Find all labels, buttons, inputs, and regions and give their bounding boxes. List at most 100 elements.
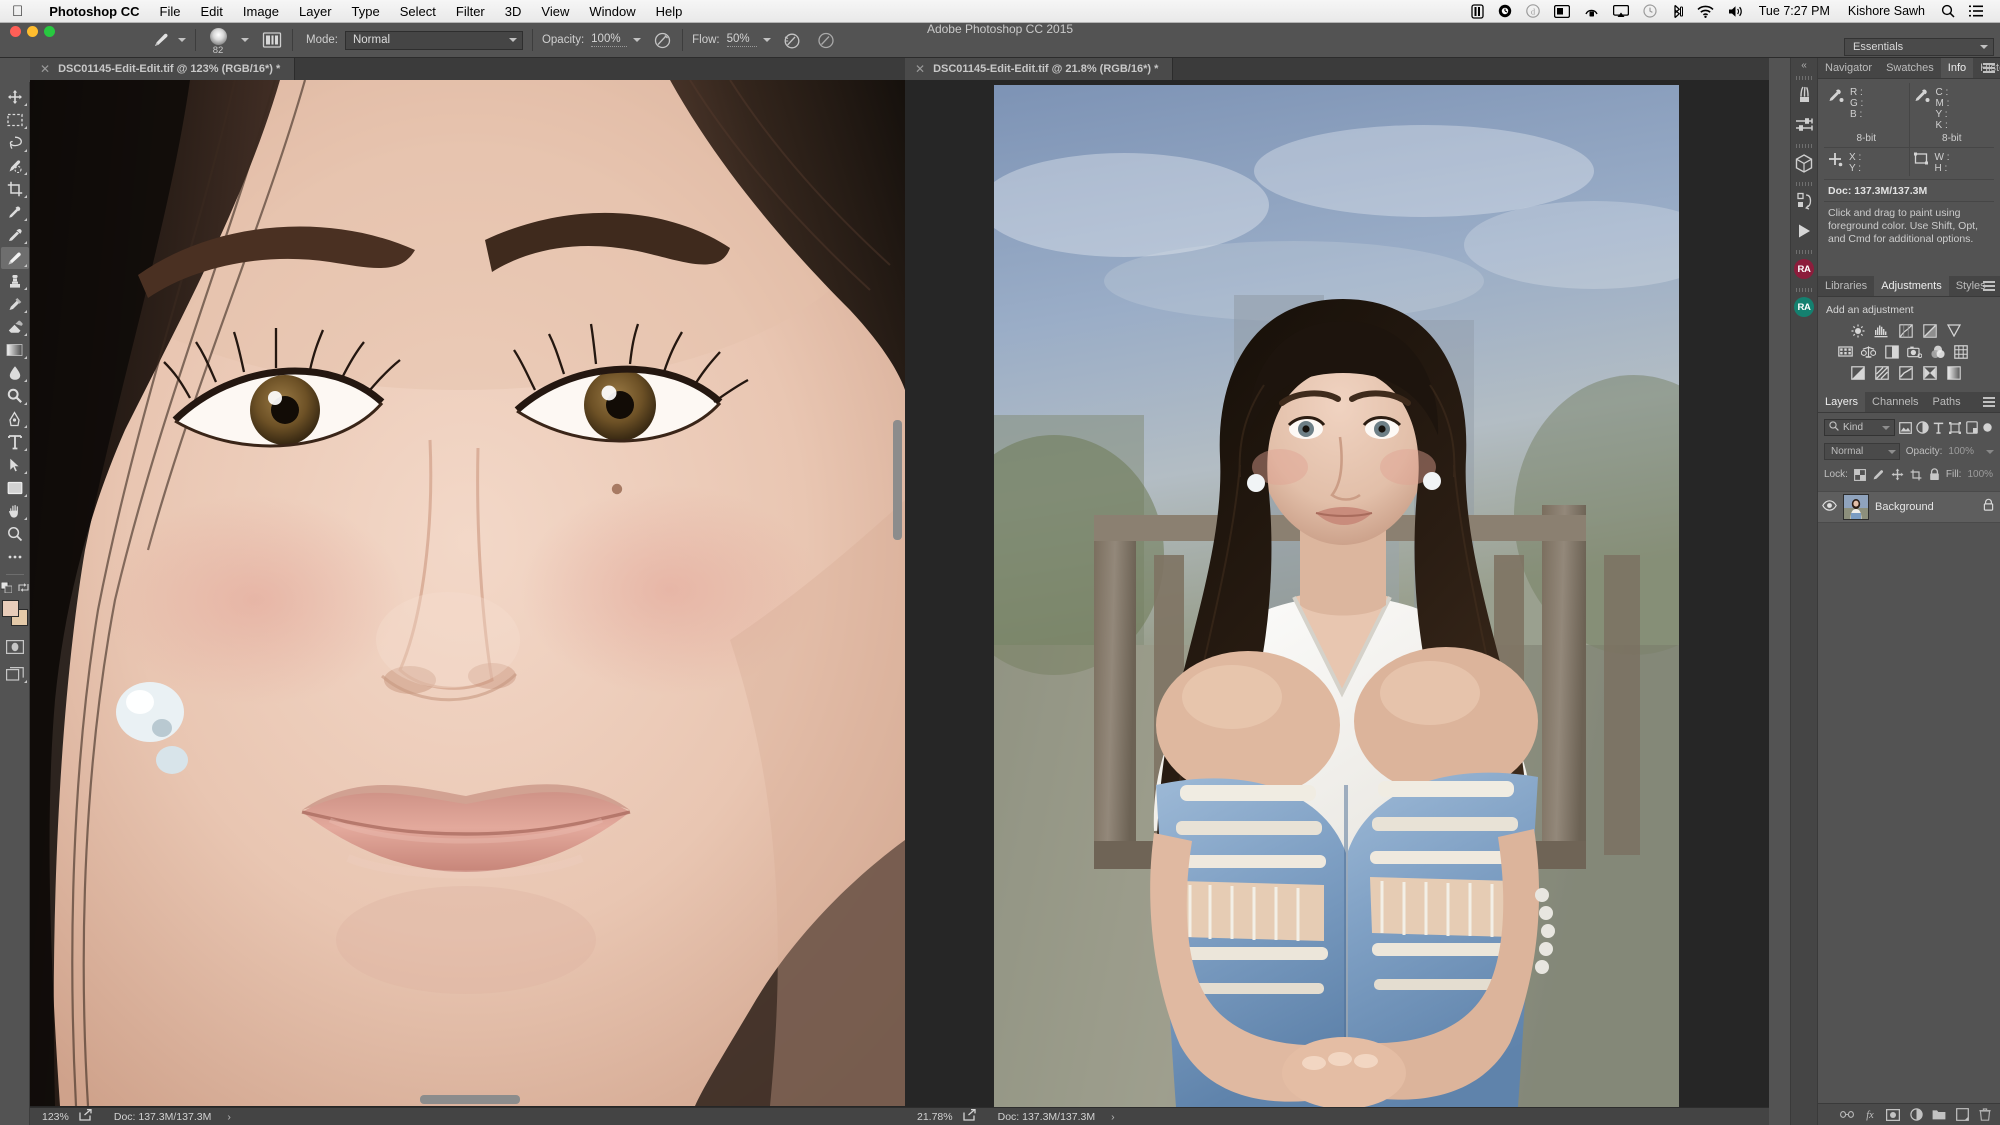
color-swatches[interactable] bbox=[1, 600, 29, 630]
type-tool[interactable] bbox=[1, 431, 29, 453]
opacity-chevron-icon[interactable] bbox=[1986, 449, 1994, 454]
workspace-select[interactable]: Essentials bbox=[1844, 38, 1994, 56]
new-group-icon[interactable] bbox=[1932, 1108, 1946, 1122]
window-traffic-lights[interactable] bbox=[10, 26, 55, 37]
panel-menu-icon[interactable] bbox=[1983, 397, 1995, 407]
brush-tool-icon[interactable] bbox=[150, 30, 172, 50]
document-tab-2[interactable]: ✕ DSC01145-Edit-Edit.tif @ 21.8% (RGB/16… bbox=[905, 58, 1174, 80]
tab-adjustments[interactable]: Adjustments bbox=[1874, 276, 1949, 296]
fill-value[interactable]: 100% bbox=[1967, 469, 1993, 480]
filter-adjustment-icon[interactable] bbox=[1916, 420, 1929, 435]
tab-navigator[interactable]: Navigator bbox=[1818, 58, 1879, 78]
filter-type-icon[interactable] bbox=[1933, 420, 1945, 435]
rectangle-tool[interactable] bbox=[1, 477, 29, 499]
brush-tool[interactable] bbox=[0, 247, 29, 269]
flow-value[interactable]: 50% bbox=[726, 33, 757, 47]
collapse-panels-icon[interactable]: « bbox=[1801, 58, 1807, 72]
threshold-icon[interactable] bbox=[1898, 365, 1913, 380]
gradient-tool[interactable] bbox=[1, 339, 29, 361]
display-icon[interactable] bbox=[1547, 0, 1577, 23]
airplay-icon[interactable] bbox=[1606, 0, 1636, 23]
tab-info[interactable]: Info bbox=[1940, 58, 1974, 78]
panel-menu-icon[interactable] bbox=[1983, 281, 1995, 291]
eyedropper-tool[interactable] bbox=[1, 201, 29, 223]
search-icon[interactable] bbox=[1934, 0, 1962, 23]
filter-smart-icon[interactable] bbox=[1965, 420, 1978, 435]
layer-name[interactable]: Background bbox=[1875, 501, 1977, 513]
dropbox-icon[interactable]: d bbox=[1519, 0, 1547, 23]
edit-toolbar-ellipsis[interactable] bbox=[1, 546, 29, 568]
move-tool[interactable] bbox=[1, 86, 29, 108]
lock-icon[interactable] bbox=[1983, 498, 1994, 516]
apple-icon[interactable]:  bbox=[12, 4, 23, 19]
layer-opacity-value[interactable]: 100% bbox=[1948, 446, 1974, 457]
vertical-scrollbar-1[interactable] bbox=[893, 420, 902, 540]
black-white-icon[interactable] bbox=[1884, 344, 1899, 359]
dodge-tool[interactable] bbox=[1, 385, 29, 407]
filter-pixel-icon[interactable] bbox=[1898, 420, 1912, 435]
battery-icon[interactable] bbox=[1464, 0, 1491, 23]
close-icon[interactable]: ✕ bbox=[40, 62, 50, 76]
menu-item-3d[interactable]: 3D bbox=[495, 0, 532, 23]
blur-tool[interactable] bbox=[1, 362, 29, 384]
lock-artboard-nesting-icon[interactable] bbox=[1910, 467, 1923, 482]
layer-blend-mode-select[interactable]: Normal bbox=[1824, 443, 1900, 460]
menu-item-select[interactable]: Select bbox=[390, 0, 446, 23]
quick-selection-tool[interactable] bbox=[1, 155, 29, 177]
menu-bar-username[interactable]: Kishore Sawh bbox=[1839, 4, 1934, 18]
brush-size-chevron-icon[interactable] bbox=[241, 38, 249, 42]
vibrance-icon[interactable] bbox=[1946, 323, 1961, 338]
retouching-academy-panel-icon[interactable]: RA bbox=[1790, 292, 1818, 322]
tab-paths[interactable]: Paths bbox=[1926, 392, 1968, 412]
play-action-icon[interactable] bbox=[1790, 216, 1818, 246]
clone-stamp-tool[interactable] bbox=[1, 270, 29, 292]
pen-tool[interactable] bbox=[1, 408, 29, 430]
brush-panel-icon[interactable] bbox=[261, 30, 283, 50]
status-arrow-icon[interactable]: › bbox=[211, 1111, 231, 1123]
wifi-icon[interactable] bbox=[1690, 0, 1721, 23]
brush-size-picker[interactable]: 82 bbox=[205, 28, 249, 56]
menu-item-help[interactable]: Help bbox=[646, 0, 693, 23]
status-arrow-icon[interactable]: › bbox=[1095, 1111, 1115, 1123]
exposure-icon[interactable] bbox=[1922, 323, 1937, 338]
rectangular-marquee-tool[interactable] bbox=[1, 109, 29, 131]
history-brush-tool[interactable] bbox=[1, 293, 29, 315]
tab-channels[interactable]: Channels bbox=[1865, 392, 1925, 412]
default-colors-icon[interactable] bbox=[0, 580, 12, 598]
pressure-opacity-icon[interactable] bbox=[651, 30, 673, 50]
add-layer-mask-icon[interactable] bbox=[1886, 1108, 1900, 1122]
volume-icon[interactable] bbox=[1721, 0, 1750, 23]
spot-healing-brush-tool[interactable] bbox=[1, 224, 29, 246]
brush-preset-chevron-icon[interactable] bbox=[178, 38, 186, 42]
layer-filter-kind-select[interactable]: Kind bbox=[1824, 419, 1895, 436]
screen-mode-icon[interactable] bbox=[1, 663, 29, 685]
filter-toggle-icon[interactable] bbox=[1982, 420, 1994, 435]
menu-item-type[interactable]: Type bbox=[342, 0, 390, 23]
brightness-contrast-icon[interactable] bbox=[1850, 323, 1865, 338]
gradient-map-icon[interactable] bbox=[1946, 365, 1961, 380]
quick-mask-icon[interactable] bbox=[1, 636, 29, 658]
color-balance-icon[interactable] bbox=[1861, 344, 1876, 359]
share-icon[interactable] bbox=[79, 1108, 92, 1124]
menu-item-view[interactable]: View bbox=[531, 0, 579, 23]
eraser-tool[interactable] bbox=[1, 316, 29, 338]
tab-swatches[interactable]: Swatches bbox=[1879, 58, 1941, 78]
close-icon[interactable]: ✕ bbox=[915, 62, 925, 76]
lock-all-icon[interactable] bbox=[1929, 467, 1940, 482]
brush-tool-preset[interactable] bbox=[150, 30, 186, 50]
document-tab-1[interactable]: ✕ DSC01145-Edit-Edit.tif @ 123% (RGB/16*… bbox=[30, 58, 296, 80]
foreground-color-swatch[interactable] bbox=[1, 600, 19, 617]
zoom-tool[interactable] bbox=[1, 523, 29, 545]
brush-presets-icon[interactable] bbox=[1790, 80, 1818, 110]
retouching-academy-icon[interactable]: RA bbox=[1790, 254, 1818, 284]
opacity-value[interactable]: 100% bbox=[591, 33, 628, 47]
horizontal-scrollbar-1[interactable] bbox=[420, 1095, 520, 1104]
menu-item-filter[interactable]: Filter bbox=[446, 0, 495, 23]
new-adjustment-layer-icon[interactable] bbox=[1909, 1108, 1923, 1122]
brush-preview-icon[interactable]: 82 bbox=[205, 28, 231, 56]
table-row[interactable]: Background bbox=[1818, 491, 2000, 523]
timemachine-icon[interactable] bbox=[1491, 0, 1519, 23]
minimize-window-button[interactable] bbox=[27, 26, 38, 37]
zoom-level-1[interactable]: 123% bbox=[30, 1111, 79, 1123]
notification-center-icon[interactable] bbox=[1962, 0, 1990, 23]
